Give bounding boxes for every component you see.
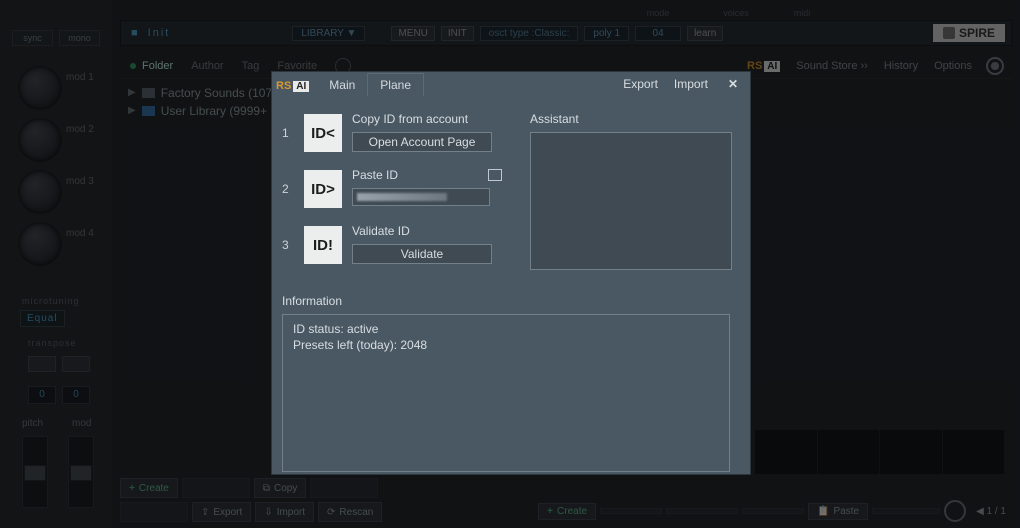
mod1-knob[interactable] <box>18 66 62 110</box>
disabled-button-6 <box>742 508 804 514</box>
midi-learn-button[interactable]: learn <box>687 26 723 41</box>
dialog-tab-plane[interactable]: Plane <box>367 73 424 96</box>
transpose-value-a[interactable]: 0 <box>28 386 56 404</box>
pitch-label: pitch <box>22 418 43 429</box>
mod-label: mod <box>72 418 91 429</box>
progress-circle <box>944 500 966 522</box>
paste-button-2[interactable]: 📋 Paste <box>808 503 868 520</box>
step-3-number: 3 <box>282 224 294 252</box>
close-icon[interactable]: ✕ <box>724 77 742 91</box>
dialog-tab-main[interactable]: Main <box>317 74 367 96</box>
mod4-label: mod 4 <box>66 228 94 239</box>
tree-user-library[interactable]: ▶ User Library (9999+ <box>128 102 272 120</box>
microtuning-equal[interactable]: Equal <box>20 310 65 327</box>
tab-favorite[interactable]: Favorite <box>277 60 317 72</box>
library-selector[interactable]: LIBRARY ▼ <box>292 26 365 41</box>
history-link[interactable]: History <box>884 60 918 72</box>
preset-name[interactable]: Init <box>148 27 171 39</box>
mod4-knob[interactable] <box>18 222 62 266</box>
spire-logo: SPIRE <box>933 24 1005 42</box>
rescan-button[interactable]: ⟳ Rescan <box>318 502 382 522</box>
disabled-button-7 <box>872 508 940 514</box>
information-box: ID status: active Presets left (today): … <box>282 314 730 472</box>
app-header: ■ Init LIBRARY ▼ MENU INIT osct type :Cl… <box>120 20 1012 46</box>
voices-header-label: voices <box>718 8 754 18</box>
tab-author[interactable]: Author <box>191 60 223 72</box>
gear-icon[interactable] <box>988 59 1002 73</box>
tree-factory-sounds[interactable]: ▶ Factory Sounds (107 <box>128 84 272 102</box>
disabled-button-1 <box>182 478 250 498</box>
mod2-label: mod 2 <box>66 124 94 135</box>
init-button[interactable]: INIT <box>441 26 474 41</box>
transpose-label: transpose <box>28 338 77 348</box>
mod-slider[interactable] <box>68 436 94 508</box>
folder-active-dot <box>130 63 136 69</box>
midi-header-label: midi <box>784 8 820 18</box>
transpose-up-button[interactable] <box>62 356 90 372</box>
disabled-button-5 <box>666 508 738 514</box>
dialog-export[interactable]: Export <box>623 77 658 91</box>
microtuning-label: microtuning <box>22 296 80 306</box>
id-paste-icon: ID> <box>304 170 342 208</box>
mode-header-label: mode <box>640 8 676 18</box>
id-validate-icon: ID! <box>304 226 342 264</box>
sound-store-link[interactable]: Sound Store ›› <box>796 60 868 72</box>
assistant-title: Assistant <box>530 112 730 126</box>
export-button[interactable]: ⇪ Export <box>192 502 251 522</box>
menu-button[interactable]: MENU <box>391 26 434 41</box>
disabled-button-2 <box>310 478 378 498</box>
left-mono-button[interactable]: mono <box>59 30 100 46</box>
osc-type-selector[interactable]: osct type :Classic: <box>480 26 579 41</box>
dialog-rsai-badge: RSAI <box>272 76 317 96</box>
paste-id-input[interactable] <box>352 188 490 206</box>
transpose-down-button[interactable] <box>28 356 56 372</box>
copy-button[interactable]: ⧉ Copy <box>254 478 307 498</box>
open-account-button[interactable]: Open Account Page <box>352 132 492 152</box>
tab-folder[interactable]: Folder <box>142 60 173 72</box>
info-line-1: ID status: active <box>293 321 719 337</box>
plane-dialog: RSAI Main Plane Export Import ✕ 1 ID< Co… <box>272 72 750 474</box>
disabled-button-4 <box>600 508 662 514</box>
id-copy-icon: ID< <box>304 114 342 152</box>
mod1-label: mod 1 <box>66 72 94 83</box>
information-title: Information <box>282 294 730 308</box>
left-sync-button[interactable]: sync <box>12 30 53 46</box>
waveform-panel <box>755 430 1005 474</box>
browser-right-tabs: RSAI Sound Store ›› History Options <box>737 54 1012 78</box>
import-button[interactable]: ⇩ Import <box>255 502 314 522</box>
info-line-2: Presets left (today): 2048 <box>293 337 719 353</box>
options-link[interactable]: Options <box>934 60 972 72</box>
mod3-label: mod 3 <box>66 176 94 187</box>
step-3-title: Validate ID <box>352 224 410 238</box>
page-counter: ◀ 1 / 1 <box>970 506 1012 517</box>
dialog-import[interactable]: Import <box>674 77 708 91</box>
step-2-title: Paste ID <box>352 168 398 182</box>
step-2-number: 2 <box>282 168 294 196</box>
pitch-slider[interactable] <box>22 436 48 508</box>
disabled-button-3 <box>120 502 188 522</box>
preset-tree: ▶ Factory Sounds (107 ▶ User Library (99… <box>128 84 272 120</box>
create-button-2[interactable]: +Create <box>538 503 596 520</box>
mod2-knob[interactable] <box>18 118 62 162</box>
assistant-textarea[interactable] <box>530 132 732 270</box>
transpose-value-b[interactable]: 0 <box>62 386 90 404</box>
validate-button[interactable]: Validate <box>352 244 492 264</box>
rsai-badge: RSAI <box>747 60 780 72</box>
mode-selector[interactable]: poly 1 <box>584 26 629 41</box>
paste-clipboard-icon[interactable] <box>488 169 502 181</box>
mod3-knob[interactable] <box>18 170 62 214</box>
tab-tag[interactable]: Tag <box>242 60 260 72</box>
create-button[interactable]: +Create <box>120 478 178 498</box>
step-1-title: Copy ID from account <box>352 112 468 126</box>
step-1-number: 1 <box>282 112 294 140</box>
voices-display[interactable]: 04 <box>635 26 681 41</box>
